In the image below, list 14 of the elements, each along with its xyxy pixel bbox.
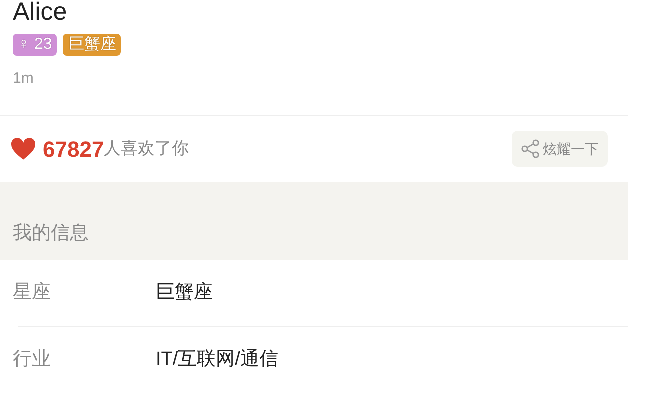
section-header: 我的信息 — [0, 182, 628, 260]
info-value: IT/互联网/通信 — [156, 348, 278, 372]
profile-tag: ♀ 23 — [13, 34, 58, 56]
share-icon — [521, 139, 541, 159]
info-label: 星座 — [13, 280, 52, 305]
info-value: 巨蟹座 — [156, 280, 213, 305]
user-name: Alice — [13, 0, 68, 25]
last-seen: 1m — [13, 69, 35, 89]
share-button[interactable]: 炫耀一下 — [512, 131, 608, 167]
profile-tag: 巨蟹座 — [63, 34, 122, 56]
like-count: 67827 — [43, 136, 104, 164]
info-label: 行业 — [13, 348, 52, 372]
like-text: 人喜欢了你 — [104, 138, 190, 160]
heart-icon — [10, 137, 37, 161]
